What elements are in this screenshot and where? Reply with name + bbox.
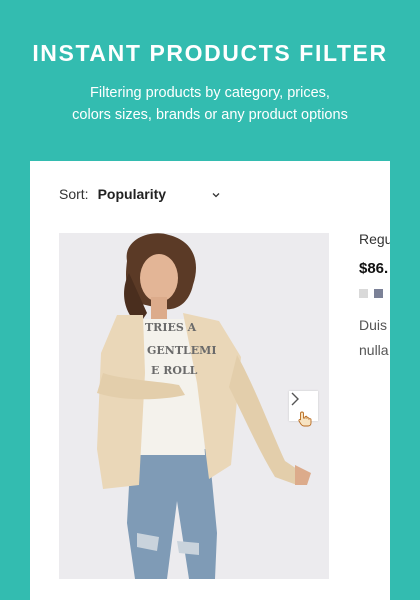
chevron-down-icon xyxy=(210,188,222,200)
shirt-print-line-2: GENTLEMI xyxy=(147,344,216,357)
sort-label: Sort: xyxy=(59,186,89,202)
sort-selected-value: Popularity xyxy=(97,186,167,202)
hero-title: INSTANT PRODUCTS FILTER xyxy=(32,40,388,66)
color-swatch-light-gray[interactable] xyxy=(359,289,368,298)
product-info: Regu $86. Duis nulla xyxy=(359,231,390,363)
product-price: $86. xyxy=(359,260,389,277)
hero-subtitle-line-2: colors sizes, brands or any product opti… xyxy=(72,107,348,123)
product-card: Sort: Popularity TRIES A GENTLEMI E ROLL… xyxy=(30,161,390,600)
product-description-line-1: Duis xyxy=(359,317,388,333)
sort-select[interactable]: Popularity xyxy=(98,186,222,202)
hero-subtitle-line-1: Filtering products by category, prices, xyxy=(90,85,330,101)
sort-control: Sort: Popularity xyxy=(59,186,222,202)
product-description: Duis nulla xyxy=(359,313,390,363)
color-swatches xyxy=(359,289,390,298)
hero-subtitle: Filtering products by category, prices, … xyxy=(0,82,420,126)
product-description-line-2: nulla xyxy=(359,342,389,358)
product-image[interactable]: TRIES A GENTLEMI E ROLL xyxy=(59,233,329,579)
shirt-print-line-3: E ROLL xyxy=(151,364,198,377)
product-name[interactable]: Regu xyxy=(359,231,390,247)
shirt-print-line-1: TRIES A xyxy=(145,321,197,334)
color-swatch-slate[interactable] xyxy=(374,289,383,298)
